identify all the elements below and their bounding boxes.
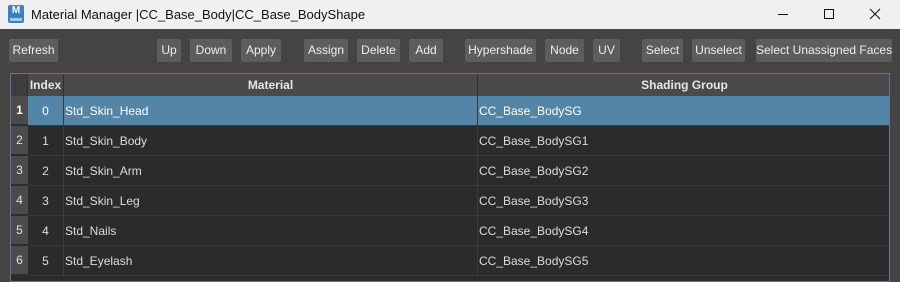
column-header-index[interactable]: Index [28, 74, 64, 96]
column-header-material[interactable]: Material [64, 74, 478, 96]
close-button[interactable] [852, 0, 898, 29]
unselect-button[interactable]: Unselect [692, 39, 745, 62]
down-button[interactable]: Down [190, 39, 232, 62]
index-cell[interactable]: 2 [28, 156, 64, 186]
hypershade-button[interactable]: Hypershade [465, 39, 536, 62]
delete-button[interactable]: Delete [357, 39, 400, 62]
node-button[interactable]: Node [545, 39, 584, 62]
table-corner[interactable] [11, 74, 28, 96]
assign-button[interactable]: Assign [304, 39, 348, 62]
shading-group-cell[interactable]: CC_Base_BodySG5 [478, 246, 889, 276]
row-number[interactable]: 6 [11, 246, 28, 275]
material-cell[interactable]: Std_Eyelash [64, 246, 478, 276]
index-cell[interactable]: 0 [28, 96, 64, 126]
row-number[interactable]: 4 [11, 186, 28, 215]
material-cell[interactable]: Std_Nails [64, 216, 478, 246]
row-number[interactable]: 2 [11, 126, 28, 155]
table-header: Index Material Shading Group [11, 74, 889, 96]
materials-table: Index Material Shading Group 1 0 Std_Ski… [10, 73, 890, 282]
add-button[interactable]: Add [409, 39, 443, 62]
row-number[interactable]: 3 [11, 156, 28, 185]
shading-group-cell[interactable]: CC_Base_BodySG4 [478, 216, 889, 246]
table-row[interactable]: 3 2 Std_Skin_Arm CC_Base_BodySG2 [11, 156, 889, 186]
select-button[interactable]: Select [642, 39, 683, 62]
shading-group-cell[interactable]: CC_Base_BodySG2 [478, 156, 889, 186]
maya-app-icon: M [8, 5, 24, 23]
apply-button[interactable]: Apply [241, 39, 281, 62]
row-number[interactable]: 5 [11, 216, 28, 245]
table-row[interactable]: 2 1 Std_Skin_Body CC_Base_BodySG1 [11, 126, 889, 156]
material-cell[interactable]: Std_Skin_Arm [64, 156, 478, 186]
refresh-button[interactable]: Refresh [9, 39, 58, 62]
shading-group-cell[interactable]: CC_Base_BodySG [478, 96, 889, 126]
index-cell[interactable]: 4 [28, 216, 64, 246]
table-row[interactable]: 4 3 Std_Skin_Leg CC_Base_BodySG3 [11, 186, 889, 216]
column-header-shading-group[interactable]: Shading Group [478, 74, 889, 96]
title-bar: M Material Manager |CC_Base_Body|CC_Base… [0, 0, 900, 29]
table-row[interactable]: 1 0 Std_Skin_Head CC_Base_BodySG [11, 96, 889, 126]
toolbar: Refresh Up Down Apply Assign Delete Add … [0, 29, 900, 71]
shading-group-cell[interactable]: CC_Base_BodySG1 [478, 126, 889, 156]
row-number[interactable]: 1 [11, 96, 28, 125]
up-button[interactable]: Up [157, 39, 181, 62]
table-row[interactable]: 6 5 Std_Eyelash CC_Base_BodySG5 [11, 246, 889, 276]
maximize-button[interactable] [806, 0, 852, 29]
index-cell[interactable]: 5 [28, 246, 64, 276]
maximize-icon [824, 9, 834, 19]
shading-group-cell[interactable]: CC_Base_BodySG3 [478, 186, 889, 216]
uv-button[interactable]: UV [593, 39, 620, 62]
material-cell[interactable]: Std_Skin_Leg [64, 186, 478, 216]
window-title: Material Manager |CC_Base_Body|CC_Base_B… [31, 7, 366, 22]
material-cell[interactable]: Std_Skin_Head [64, 96, 478, 126]
table-row[interactable]: 5 4 Std_Nails CC_Base_BodySG4 [11, 216, 889, 246]
material-cell[interactable]: Std_Skin_Body [64, 126, 478, 156]
index-cell[interactable]: 1 [28, 126, 64, 156]
index-cell[interactable]: 3 [28, 186, 64, 216]
minimize-button[interactable] [760, 0, 806, 29]
close-icon [869, 8, 881, 20]
select-unassigned-faces-button[interactable]: Select Unassigned Faces [756, 39, 892, 62]
minimize-icon [778, 14, 788, 15]
